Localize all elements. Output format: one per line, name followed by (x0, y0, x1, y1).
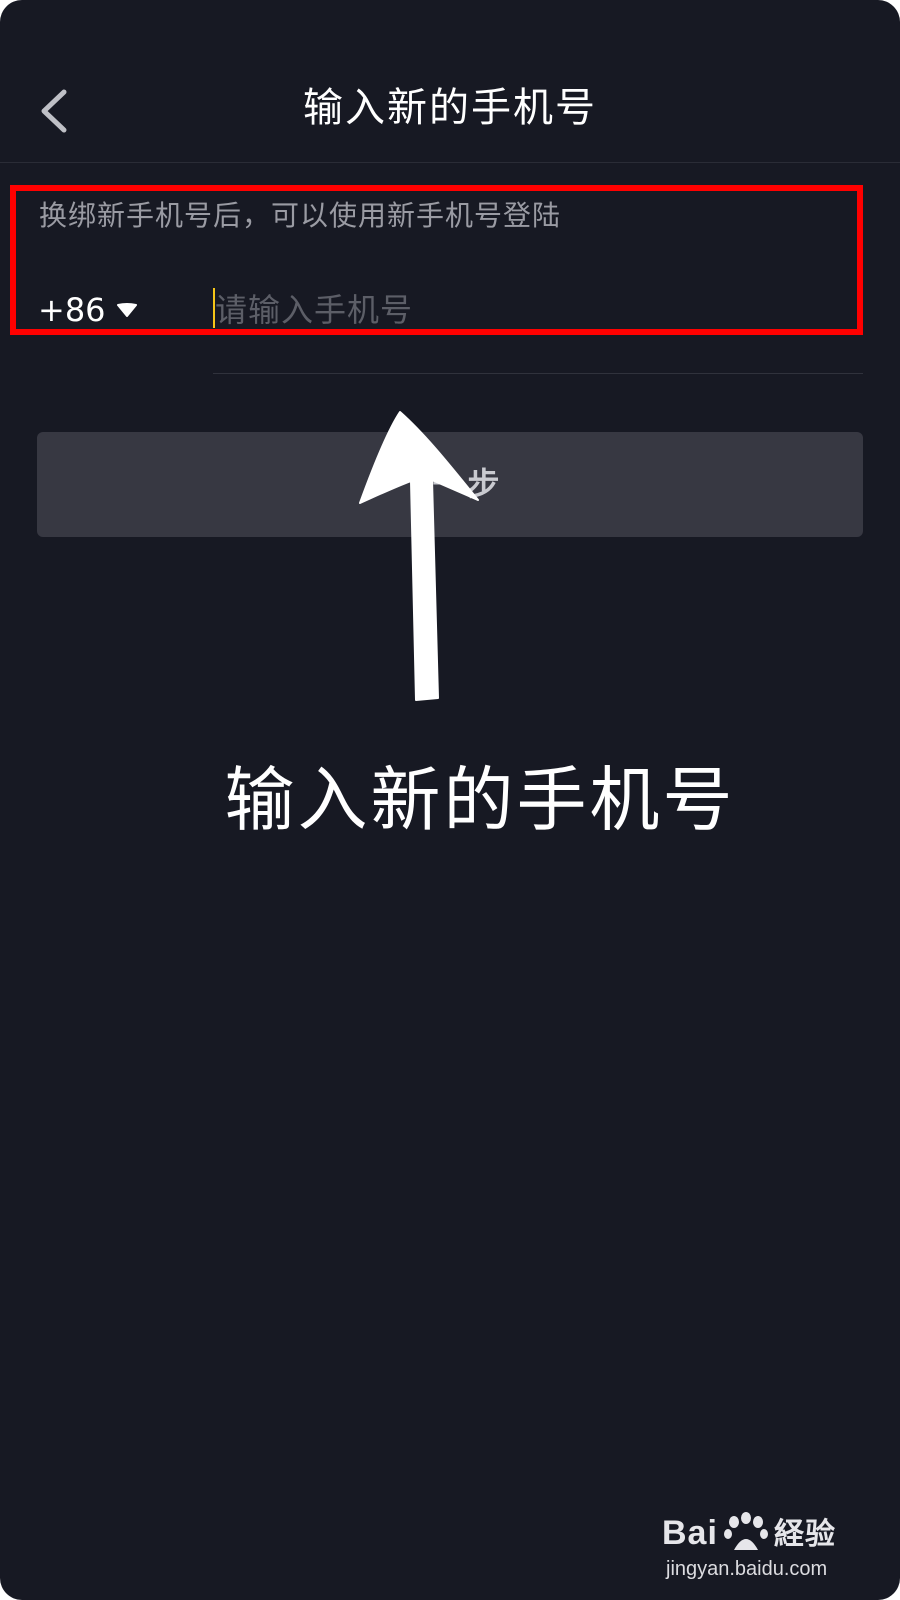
svg-text:Bai: Bai (662, 1514, 718, 1552)
next-step-button[interactable]: 下一步 (37, 432, 863, 537)
watermark-url: jingyan.baidu.com (666, 1558, 828, 1580)
page-title: 输入新的手机号 (303, 85, 597, 131)
input-underline (213, 373, 863, 374)
paw-logo-icon: Bai 経验 (662, 1512, 836, 1552)
top-nav-bar: 输入新的手机号 (0, 0, 900, 163)
highlight-box (10, 185, 863, 335)
baidu-jingyan-watermark: Bai 経验 jingyan.baidu.com (662, 1510, 852, 1580)
annotation-caption: 输入新的手机号 (224, 759, 736, 841)
svg-text:経验: 経验 (774, 1517, 836, 1552)
phone-screen: 输入新的手机号 换绑新手机号后，可以使用新手机号登陆 +86 下一步 输入新的手… (0, 0, 900, 1600)
